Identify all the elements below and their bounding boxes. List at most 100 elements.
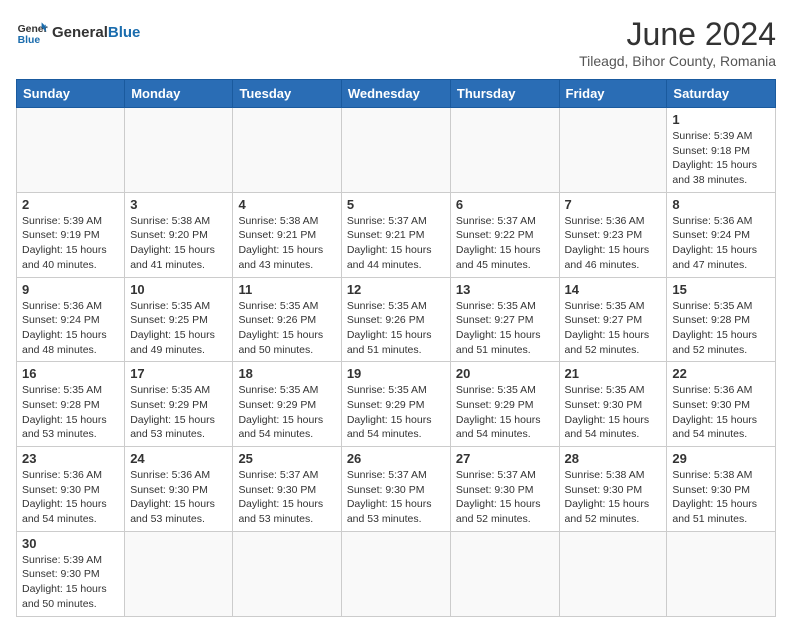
- weekday-header: Friday: [559, 80, 667, 108]
- day-number: 18: [238, 366, 335, 381]
- calendar-cell: 13 Sunrise: 5:35 AM Sunset: 9:27 PM Dayli…: [450, 277, 559, 362]
- calendar-cell: 26 Sunrise: 5:37 AM Sunset: 9:30 PM Dayli…: [341, 447, 450, 532]
- day-number: 27: [456, 451, 554, 466]
- calendar-cell: [450, 108, 559, 193]
- day-number: 6: [456, 197, 554, 212]
- calendar-week-row: 30 Sunrise: 5:39 AM Sunset: 9:30 PM Dayli…: [17, 531, 776, 616]
- day-number: 17: [130, 366, 227, 381]
- calendar-cell: 20Sunrise: 5:35 AM Sunset: 9:29 PM Dayli…: [450, 362, 559, 447]
- calendar-cell: 5Sunrise: 5:37 AM Sunset: 9:21 PM Daylig…: [341, 192, 450, 277]
- calendar-cell: 27 Sunrise: 5:37 AM Sunset: 9:30 PM Dayli…: [450, 447, 559, 532]
- calendar-week-row: 1Sunrise: 5:39 AM Sunset: 9:18 PM Daylig…: [17, 108, 776, 193]
- day-number: 12: [347, 282, 445, 297]
- calendar-cell: 8 Sunrise: 5:36 AM Sunset: 9:24 PM Daylig…: [667, 192, 776, 277]
- day-number: 23: [22, 451, 119, 466]
- day-info: Sunrise: 5:35 AM Sunset: 9:27 PM Dayligh…: [565, 299, 662, 358]
- calendar-table: SundayMondayTuesdayWednesdayThursdayFrid…: [16, 79, 776, 617]
- day-info: Sunrise: 5:37 AM Sunset: 9:30 PM Dayligh…: [238, 468, 335, 527]
- day-number: 26: [347, 451, 445, 466]
- day-info: Sunrise: 5:36 AM Sunset: 9:30 PM Dayligh…: [672, 383, 770, 442]
- calendar-cell: 18 Sunrise: 5:35 AM Sunset: 9:29 PM Dayli…: [233, 362, 341, 447]
- day-info: Sunrise: 5:36 AM Sunset: 9:24 PM Dayligh…: [672, 214, 770, 273]
- calendar-cell: [559, 108, 667, 193]
- svg-text:Blue: Blue: [18, 35, 41, 46]
- day-info: Sunrise: 5:36 AM Sunset: 9:23 PM Dayligh…: [565, 214, 662, 273]
- weekday-header: Sunday: [17, 80, 125, 108]
- day-number: 10: [130, 282, 227, 297]
- location-subtitle: Tileagd, Bihor County, Romania: [579, 53, 776, 69]
- day-number: 29: [672, 451, 770, 466]
- day-number: 21: [565, 366, 662, 381]
- day-number: 25: [238, 451, 335, 466]
- calendar-cell: 11 Sunrise: 5:35 AM Sunset: 9:26 PM Dayli…: [233, 277, 341, 362]
- day-number: 13: [456, 282, 554, 297]
- calendar-cell: 23Sunrise: 5:36 AM Sunset: 9:30 PM Dayli…: [17, 447, 125, 532]
- weekday-header: Wednesday: [341, 80, 450, 108]
- calendar-cell: 6Sunrise: 5:37 AM Sunset: 9:22 PM Daylig…: [450, 192, 559, 277]
- calendar-cell: [341, 531, 450, 616]
- weekday-header: Saturday: [667, 80, 776, 108]
- calendar-week-row: 23Sunrise: 5:36 AM Sunset: 9:30 PM Dayli…: [17, 447, 776, 532]
- logo-icon: General Blue: [16, 16, 48, 48]
- calendar-cell: 29Sunrise: 5:38 AM Sunset: 9:30 PM Dayli…: [667, 447, 776, 532]
- calendar-week-row: 16 Sunrise: 5:35 AM Sunset: 9:28 PM Dayli…: [17, 362, 776, 447]
- day-number: 11: [238, 282, 335, 297]
- day-info: Sunrise: 5:35 AM Sunset: 9:29 PM Dayligh…: [130, 383, 227, 442]
- calendar-header-row: SundayMondayTuesdayWednesdayThursdayFrid…: [17, 80, 776, 108]
- calendar-cell: 1Sunrise: 5:39 AM Sunset: 9:18 PM Daylig…: [667, 108, 776, 193]
- calendar-cell: 25 Sunrise: 5:37 AM Sunset: 9:30 PM Dayli…: [233, 447, 341, 532]
- day-number: 4: [238, 197, 335, 212]
- day-info: Sunrise: 5:39 AM Sunset: 9:18 PM Dayligh…: [672, 129, 770, 188]
- day-info: Sunrise: 5:39 AM Sunset: 9:19 PM Dayligh…: [22, 214, 119, 273]
- day-info: Sunrise: 5:35 AM Sunset: 9:26 PM Dayligh…: [238, 299, 335, 358]
- day-info: Sunrise: 5:36 AM Sunset: 9:24 PM Dayligh…: [22, 299, 119, 358]
- day-number: 15: [672, 282, 770, 297]
- calendar-cell: [125, 531, 233, 616]
- logo: General Blue General Blue: [16, 16, 140, 48]
- day-info: Sunrise: 5:35 AM Sunset: 9:27 PM Dayligh…: [456, 299, 554, 358]
- weekday-header: Tuesday: [233, 80, 341, 108]
- calendar-cell: 3Sunrise: 5:38 AM Sunset: 9:20 PM Daylig…: [125, 192, 233, 277]
- calendar-cell: 30 Sunrise: 5:39 AM Sunset: 9:30 PM Dayli…: [17, 531, 125, 616]
- calendar-cell: 15 Sunrise: 5:35 AM Sunset: 9:28 PM Dayli…: [667, 277, 776, 362]
- day-number: 24: [130, 451, 227, 466]
- day-number: 19: [347, 366, 445, 381]
- logo-general: General: [52, 24, 108, 41]
- calendar-cell: [559, 531, 667, 616]
- calendar-cell: 7Sunrise: 5:36 AM Sunset: 9:23 PM Daylig…: [559, 192, 667, 277]
- day-info: Sunrise: 5:37 AM Sunset: 9:30 PM Dayligh…: [347, 468, 445, 527]
- calendar-cell: [667, 531, 776, 616]
- day-info: Sunrise: 5:37 AM Sunset: 9:30 PM Dayligh…: [456, 468, 554, 527]
- header: General Blue GeneralBlue June 2024 Tilea…: [16, 16, 776, 69]
- day-number: 3: [130, 197, 227, 212]
- day-info: Sunrise: 5:35 AM Sunset: 9:29 PM Dayligh…: [238, 383, 335, 442]
- day-info: Sunrise: 5:37 AM Sunset: 9:21 PM Dayligh…: [347, 214, 445, 273]
- calendar-cell: 14 Sunrise: 5:35 AM Sunset: 9:27 PM Dayli…: [559, 277, 667, 362]
- day-info: Sunrise: 5:35 AM Sunset: 9:26 PM Dayligh…: [347, 299, 445, 358]
- weekday-header: Monday: [125, 80, 233, 108]
- calendar-cell: 24Sunrise: 5:36 AM Sunset: 9:30 PM Dayli…: [125, 447, 233, 532]
- day-info: Sunrise: 5:35 AM Sunset: 9:28 PM Dayligh…: [22, 383, 119, 442]
- calendar-cell: [17, 108, 125, 193]
- calendar-cell: 9 Sunrise: 5:36 AM Sunset: 9:24 PM Daylig…: [17, 277, 125, 362]
- calendar-cell: 12 Sunrise: 5:35 AM Sunset: 9:26 PM Dayli…: [341, 277, 450, 362]
- day-number: 8: [672, 197, 770, 212]
- day-info: Sunrise: 5:38 AM Sunset: 9:21 PM Dayligh…: [238, 214, 335, 273]
- calendar-cell: 16 Sunrise: 5:35 AM Sunset: 9:28 PM Dayli…: [17, 362, 125, 447]
- day-number: 16: [22, 366, 119, 381]
- day-number: 28: [565, 451, 662, 466]
- day-number: 14: [565, 282, 662, 297]
- weekday-header: Thursday: [450, 80, 559, 108]
- day-info: Sunrise: 5:35 AM Sunset: 9:28 PM Dayligh…: [672, 299, 770, 358]
- day-number: 30: [22, 536, 119, 551]
- calendar-week-row: 2Sunrise: 5:39 AM Sunset: 9:19 PM Daylig…: [17, 192, 776, 277]
- calendar-cell: 21 Sunrise: 5:35 AM Sunset: 9:30 PM Dayli…: [559, 362, 667, 447]
- day-info: Sunrise: 5:35 AM Sunset: 9:30 PM Dayligh…: [565, 383, 662, 442]
- day-info: Sunrise: 5:39 AM Sunset: 9:30 PM Dayligh…: [22, 553, 119, 612]
- calendar-cell: [341, 108, 450, 193]
- calendar-cell: 19Sunrise: 5:35 AM Sunset: 9:29 PM Dayli…: [341, 362, 450, 447]
- day-info: Sunrise: 5:38 AM Sunset: 9:30 PM Dayligh…: [565, 468, 662, 527]
- calendar-cell: [450, 531, 559, 616]
- day-number: 9: [22, 282, 119, 297]
- calendar-cell: 4 Sunrise: 5:38 AM Sunset: 9:21 PM Daylig…: [233, 192, 341, 277]
